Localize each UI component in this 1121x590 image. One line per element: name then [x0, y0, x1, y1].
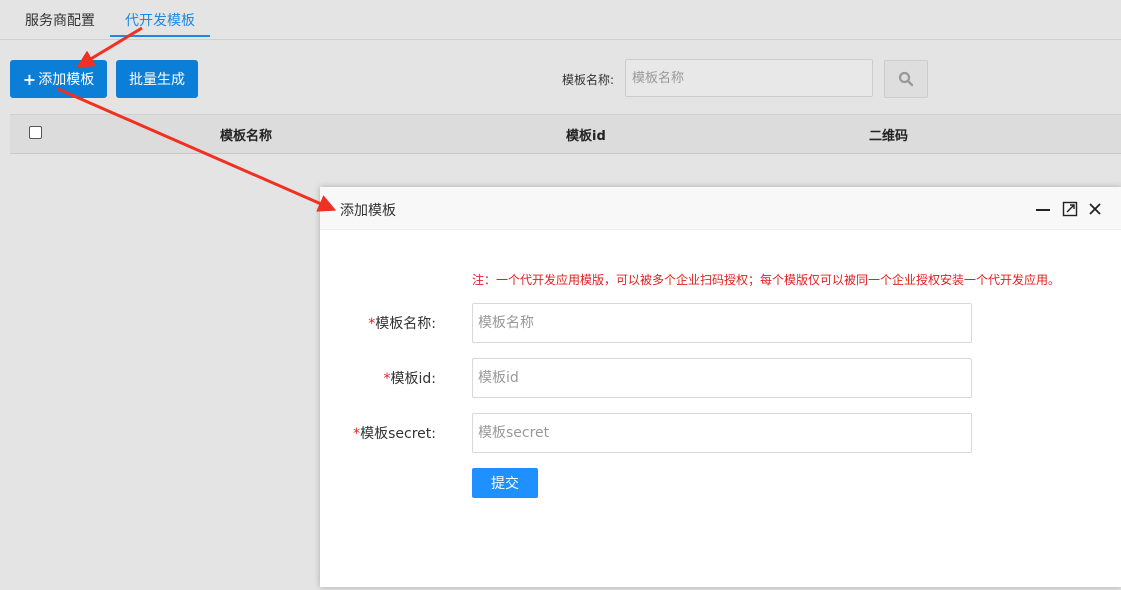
search-icon: [898, 71, 914, 87]
add-template-button[interactable]: + 添加模板: [10, 60, 107, 98]
field-label-template-name: *模板名称:: [320, 313, 436, 333]
search-button[interactable]: [884, 60, 928, 98]
template-id-input[interactable]: [472, 358, 972, 398]
batch-generate-button[interactable]: 批量生成: [116, 60, 198, 98]
column-header-qrcode: 二维码: [869, 129, 909, 144]
tab-bar: 服务商配置 代开发模板: [0, 0, 1121, 40]
plus-icon: +: [22, 69, 37, 89]
search-input[interactable]: [625, 59, 873, 97]
table-header: 模板名称 模板id 二维码: [10, 114, 1121, 154]
select-all-checkbox[interactable]: [29, 126, 42, 139]
field-label-template-id: *模板id:: [320, 368, 437, 388]
label-text: 模板secret:: [360, 426, 436, 442]
template-name-input[interactable]: [472, 303, 972, 343]
label-text: 模板id:: [390, 371, 437, 387]
search-label: 模板名称:: [562, 73, 615, 87]
field-label-template-secret: *模板secret:: [320, 423, 436, 443]
submit-button[interactable]: 提交: [472, 468, 538, 498]
close-icon[interactable]: [1087, 201, 1103, 217]
tab-dev-template[interactable]: 代开发模板: [125, 10, 195, 30]
column-header-template-id: 模板id: [566, 129, 606, 144]
minimize-icon[interactable]: [1035, 201, 1051, 217]
dialog-title: 添加模板: [340, 203, 396, 219]
required-mark: *: [383, 371, 391, 387]
add-template-label: 添加模板: [38, 72, 95, 88]
active-tab-indicator: [110, 35, 210, 37]
add-template-dialog: 添加模板 注：一个代开发应用模版，可以被多个企业扫码授权；每个模版仅可以被同一个…: [320, 187, 1121, 587]
label-text: 模板名称:: [375, 316, 436, 332]
dialog-header: 添加模板: [320, 187, 1121, 230]
tab-service-config[interactable]: 服务商配置: [25, 10, 95, 30]
dialog-note: 注：一个代开发应用模版，可以被多个企业扫码授权；每个模版仅可以被同一个企业授权安…: [472, 273, 1061, 287]
template-secret-input[interactable]: [472, 413, 972, 453]
maximize-icon[interactable]: [1062, 201, 1078, 217]
column-header-template-name: 模板名称: [220, 129, 273, 144]
